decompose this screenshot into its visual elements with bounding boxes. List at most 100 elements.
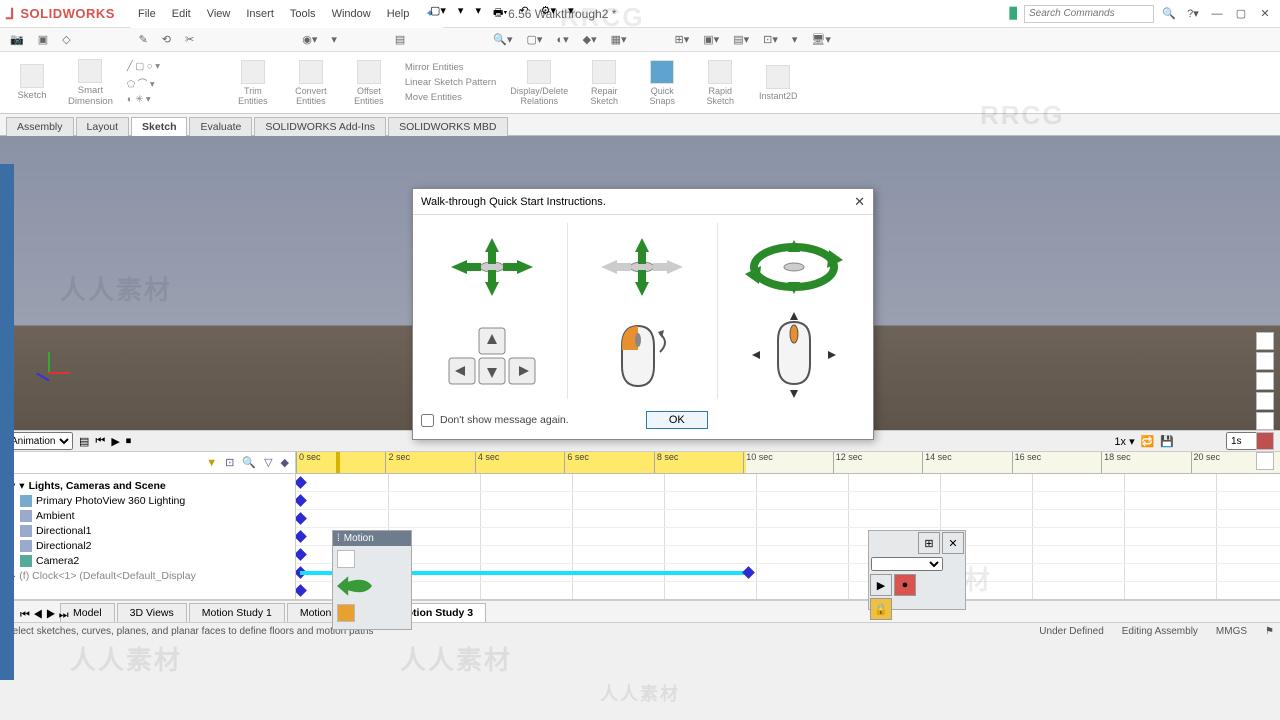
help-icon[interactable]: ?▾ (1184, 5, 1202, 23)
tab-assembly[interactable]: Assembly (6, 117, 74, 136)
wp-constraint-select[interactable]: aint (871, 557, 943, 571)
hut-icon-5[interactable]: ⟲ (162, 33, 171, 46)
timeline-tracks[interactable] (296, 474, 1280, 599)
taskpane-custom-icon[interactable] (1256, 452, 1274, 470)
ribbon-instant2d[interactable]: Instant2D (756, 65, 800, 101)
dialog-close-icon[interactable]: ✕ (854, 194, 865, 210)
hut-icon-2[interactable]: ▣ (38, 33, 48, 46)
hut-icon-8[interactable]: ▾ (331, 33, 337, 46)
tab-sw-mbd[interactable]: SOLIDWORKS MBD (388, 117, 507, 136)
ribbon-pattern-tools[interactable]: Mirror Entities Linear Sketch Pattern Mo… (405, 62, 496, 103)
keyframe[interactable] (296, 512, 307, 525)
keyframe[interactable] (296, 530, 307, 543)
hut-icon-9[interactable]: ▤ (395, 33, 405, 46)
hut-icon-n6[interactable]: 🖥▾ (811, 33, 831, 46)
hut-icon-3[interactable]: ◇ (62, 33, 70, 46)
menu-help[interactable]: Help (379, 8, 418, 20)
qat-undo-icon[interactable]: ↶ (519, 4, 528, 23)
status-flag-icon[interactable]: ⚑ (1265, 626, 1274, 637)
tree-item-4[interactable]: Camera2 (36, 555, 79, 567)
btab-ms1[interactable]: Motion Study 1 (189, 603, 285, 622)
tab-sw-addins[interactable]: SOLIDWORKS Add-Ins (254, 117, 386, 136)
anim-calc-icon[interactable]: ▤ (79, 435, 89, 448)
btab-nav-left-icon[interactable]: ⏮ ◀ ▶ ⏭ (20, 609, 69, 622)
motion-home-icon[interactable] (337, 604, 355, 622)
tl-filter-icon[interactable]: ▼ (206, 457, 217, 469)
menu-insert[interactable]: Insert (238, 8, 282, 20)
tree-clock[interactable]: (f) Clock<1> (Default<Default_Display (19, 570, 196, 582)
menu-edit[interactable]: Edit (164, 8, 199, 20)
search-book-icon[interactable]: ▉ (1010, 7, 1018, 20)
hut-view-icon[interactable]: ▢▾ (527, 33, 543, 46)
motion-lock-icon[interactable] (337, 550, 355, 568)
anim-play-icon[interactable]: ▶ (111, 435, 119, 448)
qat-settings-icon[interactable]: ⚙▾ (541, 4, 556, 23)
ribbon-smart-dimension[interactable]: Smart Dimension (68, 59, 113, 107)
timeline-tree[interactable]: ▾▾ Lights, Cameras and Scene Primary Pho… (0, 474, 295, 587)
hut-icon-1[interactable]: 📷 (10, 33, 24, 46)
wp-expand-icon[interactable]: ⊞ (918, 532, 940, 554)
tl-key-icon[interactable]: ◆ (281, 456, 289, 469)
hut-section-icon[interactable]: ▦▾ (611, 33, 627, 46)
hut-icon-4[interactable]: ✎ (139, 33, 148, 46)
wp-close-icon[interactable]: ✕ (942, 532, 964, 554)
dont-show-checkbox[interactable] (421, 414, 434, 427)
motion-back-arrow-icon[interactable] (337, 572, 379, 600)
motion-panel-grip-icon[interactable]: ⁞ (337, 533, 340, 544)
qat-new-icon[interactable]: ▢▾ (430, 4, 446, 23)
hut-icon-n5[interactable]: ▾ (792, 33, 798, 46)
ribbon-convert[interactable]: Convert Entities (289, 60, 333, 106)
wp-play-icon[interactable]: ▶ (870, 574, 892, 596)
ok-button[interactable]: OK (646, 411, 708, 429)
tab-evaluate[interactable]: Evaluate (189, 117, 252, 136)
anim-type-select[interactable]: Animation (6, 432, 73, 450)
tab-sketch[interactable]: Sketch (131, 117, 187, 136)
hut-icon-n2[interactable]: ▣▾ (703, 33, 719, 46)
taskpane-home-icon[interactable] (1256, 332, 1274, 350)
ribbon-quick-snaps[interactable]: Quick Snaps (640, 60, 684, 106)
btab-3dviews[interactable]: 3D Views (117, 603, 187, 622)
tree-item-3[interactable]: Directional2 (36, 540, 91, 552)
search-button-icon[interactable]: 🔍 (1160, 5, 1178, 23)
ribbon-trim[interactable]: Trim Entities (231, 60, 275, 106)
tl-zoom-in-icon[interactable]: 🔍 (242, 456, 256, 469)
hut-zoom-icon[interactable]: 🔍▾ (493, 33, 512, 46)
anim-stop-icon[interactable]: ⏹ (126, 435, 132, 448)
ribbon-entity-tools[interactable]: ╱ ▢ ○ ▾⬠ ⌒ ▾◐ ✳ ▾ (127, 61, 217, 105)
keyframe[interactable] (296, 494, 307, 507)
hut-icon-n3[interactable]: ▤▾ (733, 33, 749, 46)
restore-icon[interactable]: ▢ (1232, 5, 1250, 23)
motion-control-panel[interactable]: ⁞Motion (332, 530, 412, 630)
tree-root[interactable]: Lights, Cameras and Scene (29, 480, 166, 492)
taskpane-view-icon[interactable] (1256, 412, 1274, 430)
taskpane-resources-icon[interactable] (1256, 352, 1274, 370)
ribbon-sketch-group[interactable]: Sketch (10, 64, 54, 101)
anim-play-start-icon[interactable]: ⏮ (95, 435, 105, 448)
qat-print-icon[interactable]: 🖶▾ (493, 4, 507, 23)
tree-item-1[interactable]: Ambient (36, 510, 75, 522)
menu-view[interactable]: View (199, 8, 239, 20)
status-units[interactable]: MMGS (1216, 626, 1247, 637)
hut-scene-icon[interactable]: ◆▾ (583, 33, 597, 46)
ribbon-offset[interactable]: Offset Entities (347, 60, 391, 106)
tl-zoom-fit-icon[interactable]: ⊡ (225, 456, 234, 469)
keyframe[interactable] (296, 548, 307, 561)
tl-collapse-icon[interactable]: ▽ (264, 456, 272, 469)
hut-icon-6[interactable]: ✂ (185, 33, 194, 46)
menu-tools[interactable]: Tools (282, 8, 324, 20)
taskpane-library-icon[interactable] (1256, 372, 1274, 390)
hut-display-icon[interactable]: ◐▾ (556, 33, 568, 46)
hut-icon-n1[interactable]: ⊞▾ (675, 33, 690, 46)
taskpane-explorer-icon[interactable] (1256, 392, 1274, 410)
qat-rebuild-icon[interactable]: ▾ (568, 4, 574, 23)
menu-window[interactable]: Window (324, 8, 379, 20)
walkthrough-controls-panel[interactable]: ⊞✕ aint ▶● 🔒 (868, 530, 966, 610)
wp-lock-icon[interactable]: 🔒 (870, 598, 892, 620)
keyframe[interactable] (296, 584, 307, 597)
hut-icon-7[interactable]: ◉▾ (302, 33, 317, 46)
orientation-triad[interactable] (28, 352, 68, 392)
qat-save-icon[interactable]: ▾ (475, 4, 481, 23)
timeline-tracks-panel[interactable]: 0 sec 2 sec 4 sec 6 sec 8 sec 10 sec 12 … (296, 452, 1280, 599)
wp-record-icon[interactable]: ● (894, 574, 916, 596)
keyframe-end[interactable] (742, 566, 755, 579)
